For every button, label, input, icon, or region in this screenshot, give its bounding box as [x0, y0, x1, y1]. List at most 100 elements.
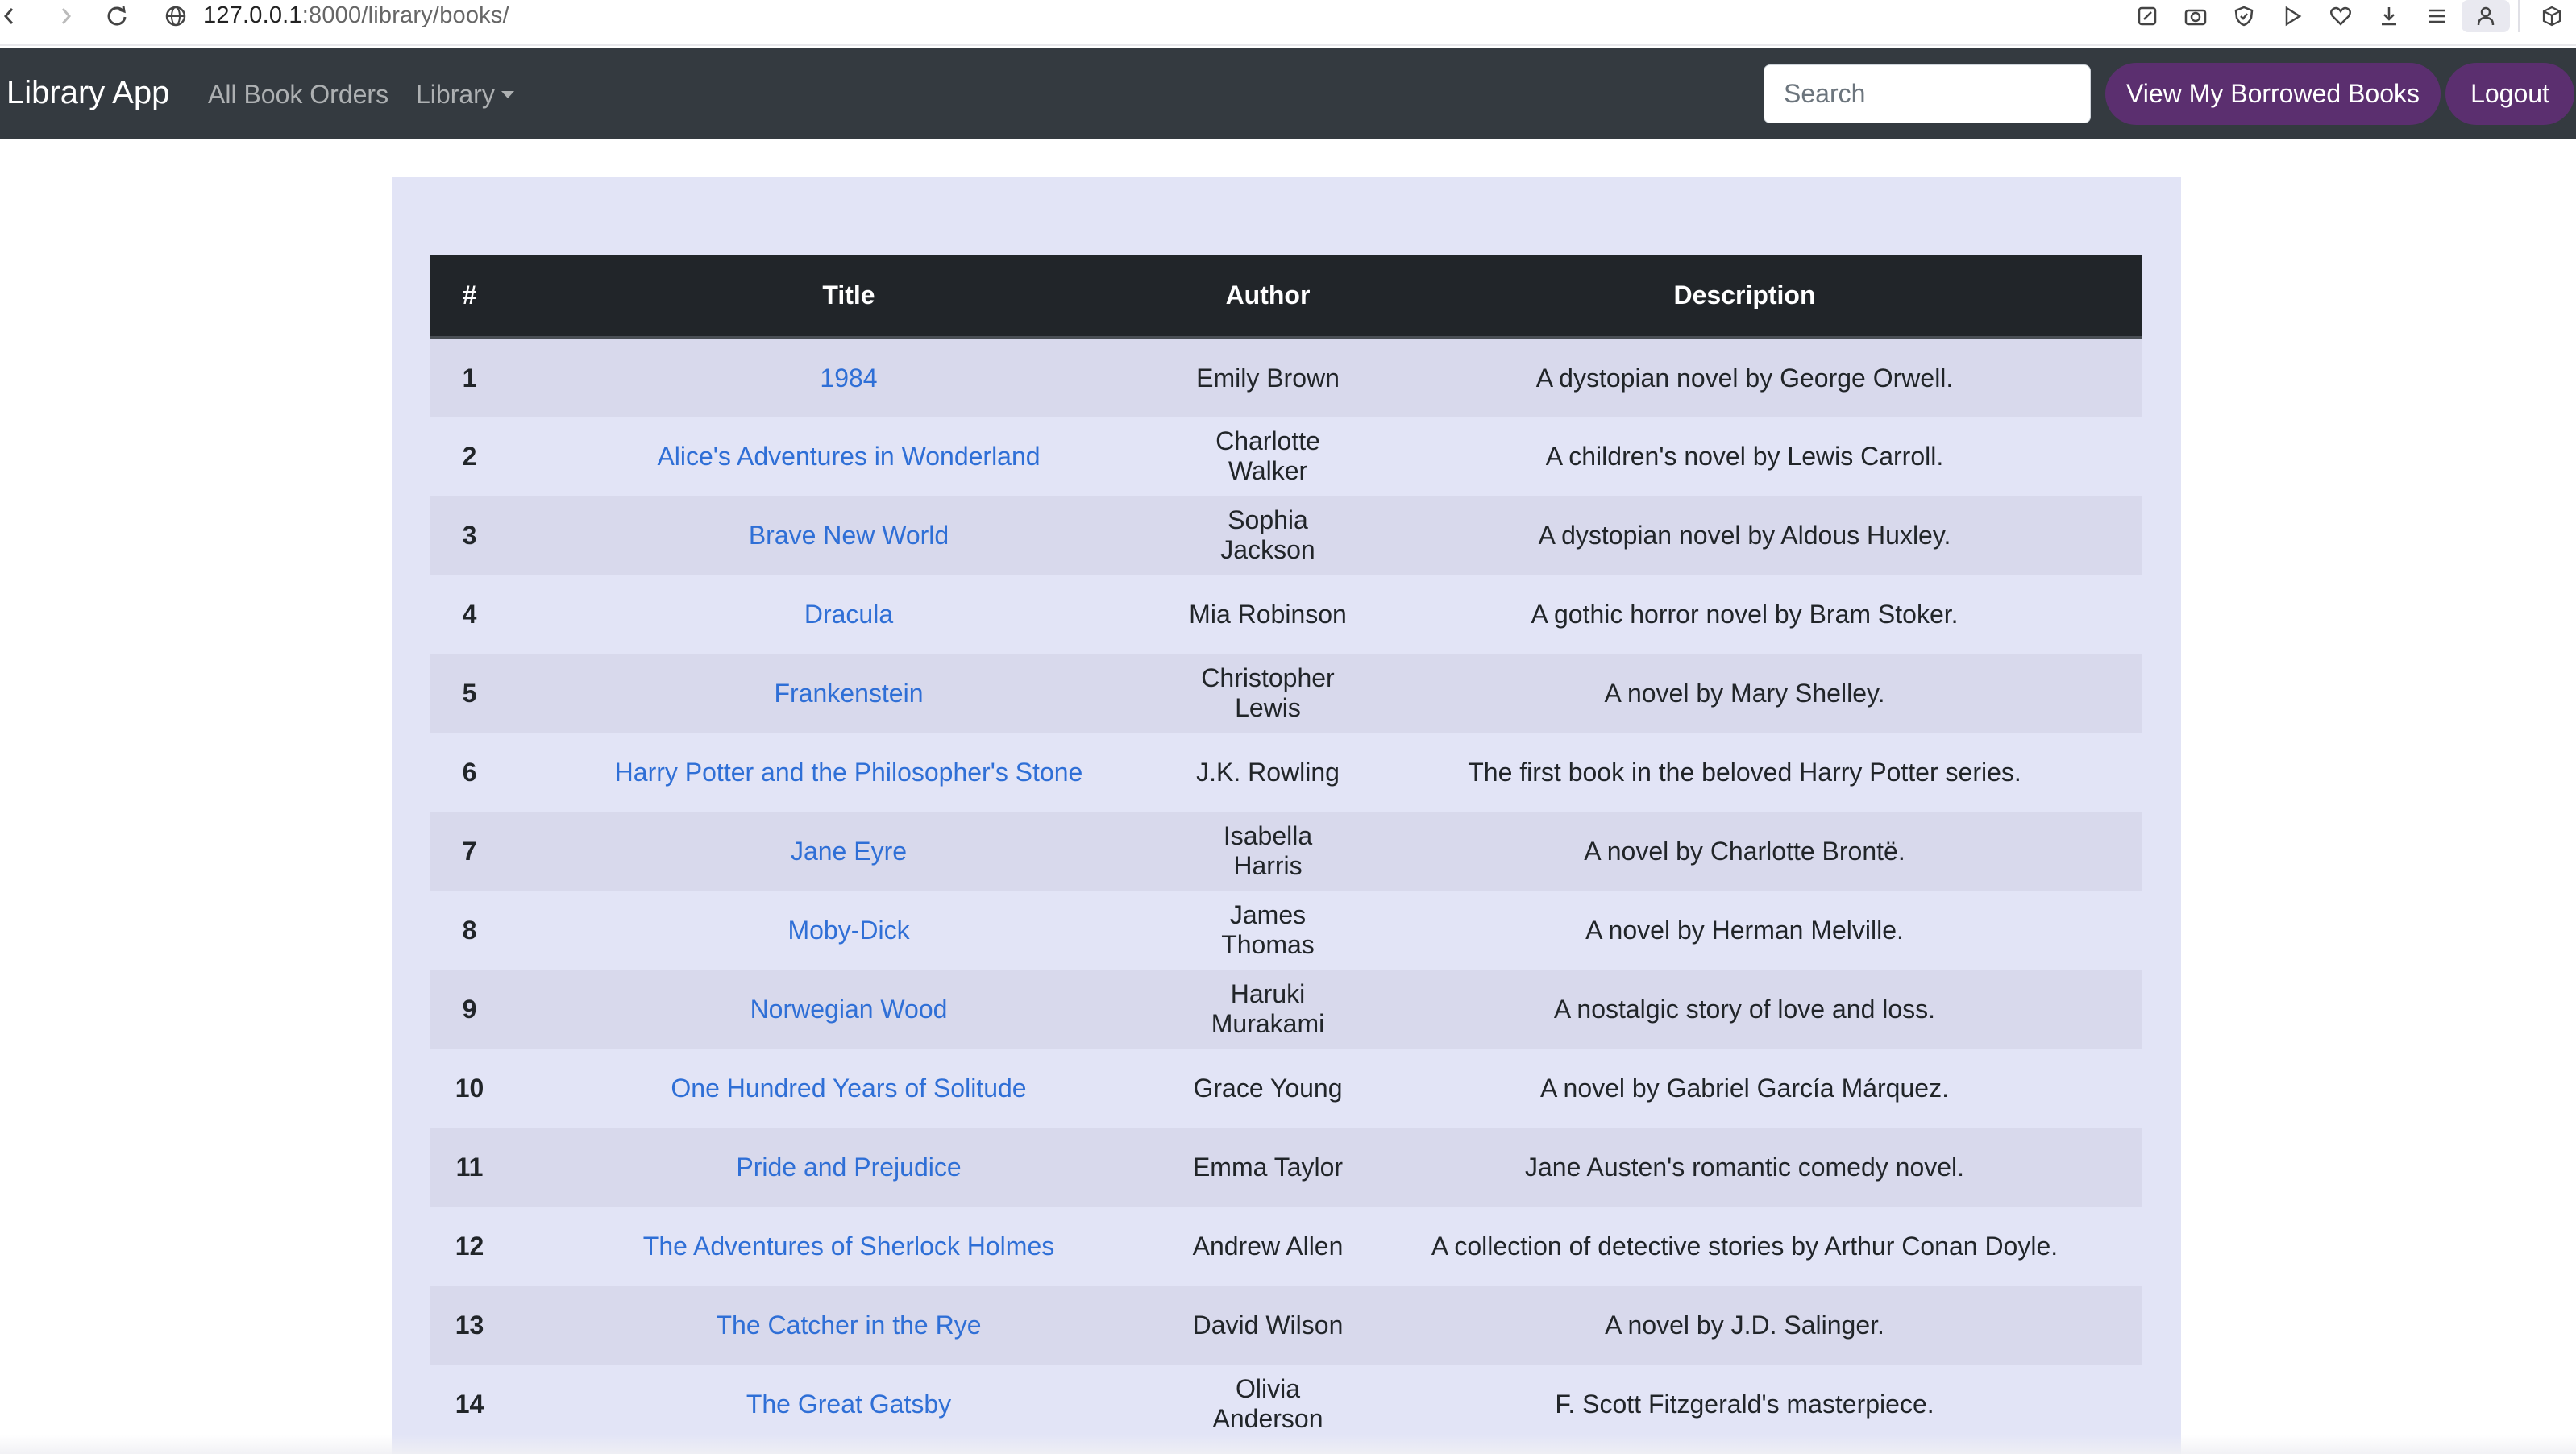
book-description: A dystopian novel by George Orwell. — [1347, 338, 2142, 417]
book-description: A nostalgic story of love and loss. — [1347, 970, 2142, 1049]
book-title-link[interactable]: 1984 — [820, 364, 877, 393]
book-author: Emily Brown — [1189, 338, 1347, 417]
table-row: 10 One Hundred Years of Solitude Grace You… — [430, 1049, 2142, 1128]
book-number: 14 — [430, 1365, 509, 1444]
caret-down-icon — [501, 91, 514, 99]
book-title-cell: Frankenstein — [509, 654, 1189, 733]
column-header-title: Title — [509, 255, 1189, 339]
globe-icon — [161, 0, 190, 32]
book-title-cell: 1984 — [509, 338, 1189, 417]
book-title-cell: Jane Eyre — [509, 812, 1189, 891]
book-author: David Wilson — [1189, 1286, 1347, 1365]
book-title-link[interactable]: Pride and Prejudice — [736, 1153, 961, 1182]
book-number: 4 — [430, 575, 509, 654]
nav-dropdown-library-label: Library — [416, 80, 495, 109]
table-row: 7 Jane Eyre Isabella Harris A novel by Char… — [430, 812, 2142, 891]
book-title-cell: Alice's Adventures in Wonderland — [509, 417, 1189, 496]
camera-icon[interactable] — [2171, 0, 2220, 32]
book-number: 13 — [430, 1286, 509, 1365]
book-author: J.K. Rowling — [1189, 733, 1347, 812]
book-number: 5 — [430, 654, 509, 733]
window-edge-shadow — [0, 1435, 2576, 1454]
extension-cube-icon[interactable] — [2528, 0, 2576, 32]
search-input[interactable] — [1764, 64, 2091, 123]
book-author: Isabella Harris — [1189, 812, 1347, 891]
book-title-link[interactable]: Dracula — [804, 600, 893, 629]
book-title-cell: Moby-Dick — [509, 891, 1189, 970]
play-icon[interactable] — [2268, 0, 2316, 32]
table-row: 2 Alice's Adventures in Wonderland Charlot… — [430, 417, 2142, 496]
table-row: 14 The Great Gatsby Olivia Anderson F. Scot… — [430, 1365, 2142, 1444]
book-number: 2 — [430, 417, 509, 496]
table-row: 13 The Catcher in the Rye David Wilson A no… — [430, 1286, 2142, 1365]
book-title-cell: Norwegian Wood — [509, 970, 1189, 1049]
book-author: Emma Taylor — [1189, 1128, 1347, 1207]
table-row: 4 Dracula Mia Robinson A gothic horror nove… — [430, 575, 2142, 654]
book-title-link[interactable]: The Great Gatsby — [746, 1390, 951, 1419]
url-path: :8000/library/books/ — [301, 2, 509, 28]
back-icon[interactable] — [0, 0, 18, 32]
book-title-link[interactable]: Jane Eyre — [791, 837, 907, 866]
top-navbar: Library App All Book Orders Library View… — [0, 48, 2576, 139]
book-description: A novel by Mary Shelley. — [1347, 654, 2142, 733]
book-title-link[interactable]: Alice's Adventures in Wonderland — [657, 442, 1040, 471]
book-number: 12 — [430, 1207, 509, 1286]
download-icon[interactable] — [2365, 0, 2413, 32]
book-author: Christopher Lewis — [1189, 654, 1347, 733]
book-description: A novel by Herman Melville. — [1347, 891, 2142, 970]
menu-icon[interactable] — [2413, 0, 2462, 32]
profile-icon[interactable] — [2462, 0, 2510, 32]
book-author: Andrew Allen — [1189, 1207, 1347, 1286]
view-borrowed-books-button[interactable]: View My Borrowed Books — [2105, 63, 2441, 125]
table-row: 5 Frankenstein Christopher Lewis A novel by… — [430, 654, 2142, 733]
book-title-link[interactable]: Frankenstein — [775, 679, 924, 708]
reload-icon[interactable] — [103, 0, 131, 32]
book-description: Jane Austen's romantic comedy novel. — [1347, 1128, 2142, 1207]
book-description: A novel by J.D. Salinger. — [1347, 1286, 2142, 1365]
book-author: James Thomas — [1189, 891, 1347, 970]
book-description: The first book in the beloved Harry Pott… — [1347, 733, 2142, 812]
table-row: 1 1984 Emily Brown A dystopian novel by Geo… — [430, 338, 2142, 417]
book-title-cell: The Great Gatsby — [509, 1365, 1189, 1444]
book-title-cell: Brave New World — [509, 496, 1189, 575]
shield-icon[interactable] — [2220, 0, 2268, 32]
book-title-cell: The Adventures of Sherlock Holmes — [509, 1207, 1189, 1286]
book-description: A gothic horror novel by Bram Stoker. — [1347, 575, 2142, 654]
address-bar[interactable]: 127.0.0.1:8000/library/books/ — [203, 0, 509, 32]
books-panel: # Title Author Description 1 1984 Emily Br… — [392, 177, 2181, 1454]
book-title-link[interactable]: Harry Potter and the Philosopher's Stone — [615, 758, 1083, 787]
book-number: 9 — [430, 970, 509, 1049]
book-description: F. Scott Fitzgerald's masterpiece. — [1347, 1365, 2142, 1444]
book-author: Mia Robinson — [1189, 575, 1347, 654]
heart-icon[interactable] — [2316, 0, 2365, 32]
book-number: 3 — [430, 496, 509, 575]
book-title-cell: One Hundred Years of Solitude — [509, 1049, 1189, 1128]
table-header-row: # Title Author Description — [430, 255, 2142, 339]
brand-link[interactable]: Library App — [6, 48, 169, 139]
toolbar-divider — [2518, 0, 2520, 32]
book-author: Grace Young — [1189, 1049, 1347, 1128]
book-author: Sophia Jackson — [1189, 496, 1347, 575]
browser-toolbar: 127.0.0.1:8000/library/books/ — [0, 0, 2576, 46]
column-header-description: Description — [1347, 255, 2142, 339]
book-title-link[interactable]: The Adventures of Sherlock Holmes — [643, 1232, 1054, 1261]
book-author: Charlotte Walker — [1189, 417, 1347, 496]
logout-button[interactable]: Logout — [2445, 63, 2574, 125]
book-title-link[interactable]: One Hundred Years of Solitude — [671, 1074, 1026, 1103]
edit-icon[interactable] — [2123, 0, 2171, 32]
book-author: Olivia Anderson — [1189, 1365, 1347, 1444]
book-title-link[interactable]: Moby-Dick — [787, 916, 909, 945]
column-header-author: Author — [1189, 255, 1347, 339]
book-title-link[interactable]: The Catcher in the Rye — [716, 1311, 981, 1340]
book-number: 8 — [430, 891, 509, 970]
books-table: # Title Author Description 1 1984 Emily Br… — [430, 255, 2142, 1444]
book-number: 6 — [430, 733, 509, 812]
book-title-link[interactable]: Brave New World — [749, 521, 949, 550]
nav-dropdown-library[interactable]: Library — [416, 48, 514, 139]
book-description: A collection of detective stories by Art… — [1347, 1207, 2142, 1286]
book-title-cell: Pride and Prejudice — [509, 1128, 1189, 1207]
nav-link-all-book-orders[interactable]: All Book Orders — [208, 48, 388, 139]
forward-icon[interactable] — [55, 0, 77, 32]
book-title-link[interactable]: Norwegian Wood — [750, 995, 948, 1024]
book-title-cell: The Catcher in the Rye — [509, 1286, 1189, 1365]
